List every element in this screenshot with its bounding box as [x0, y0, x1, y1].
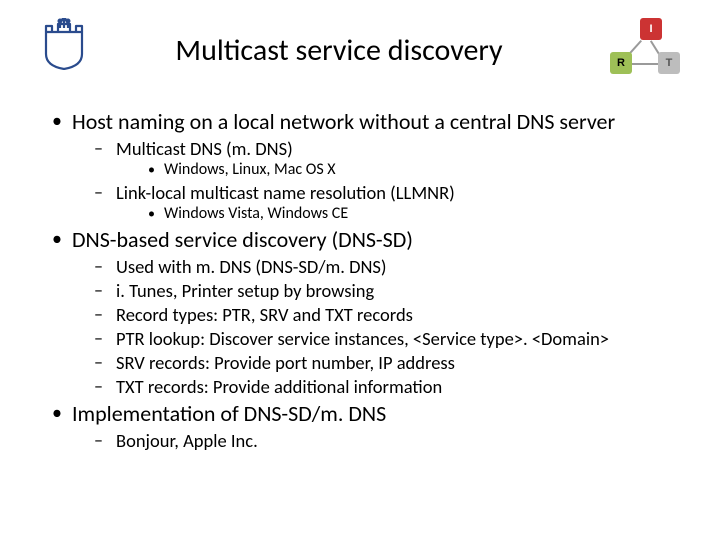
bullet-text: i. Tunes, Printer setup by browsing: [116, 279, 374, 302]
list-item: Used with m. DNS (DNS-SD/m. DNS): [72, 255, 680, 278]
content: Host naming on a local network without a…: [40, 108, 680, 452]
list-item: Record types: PTR, SRV and TXT records: [72, 303, 680, 326]
bullet-text: Bonjour, Apple Inc.: [116, 429, 258, 452]
bullet-text: TXT records: Provide additional informat…: [116, 375, 442, 398]
edge: [632, 63, 658, 65]
list-item: Host naming on a local network without a…: [44, 108, 680, 224]
list-item: Windows, Linux, Mac OS X: [116, 160, 680, 180]
list-item: TXT records: Provide additional informat…: [72, 375, 680, 398]
bullet-text: Multicast DNS (m. DNS): [116, 137, 293, 160]
list-item: Link-local multicast name resolution (LL…: [72, 181, 680, 224]
list-item: Multicast DNS (m. DNS) Windows, Linux, M…: [72, 137, 680, 180]
node-label: T: [666, 57, 673, 69]
node-r: R: [610, 52, 632, 74]
bullet-text: Windows, Linux, Mac OS X: [164, 160, 336, 179]
bullet-text: PTR lookup: Discover service instances, …: [116, 327, 609, 350]
list-item: DNS-based service discovery (DNS-SD) Use…: [44, 226, 680, 398]
network-diagram-icon: I R T: [590, 18, 680, 78]
title-wrap: Multicast service discovery: [88, 18, 590, 69]
node-i: I: [640, 18, 662, 40]
list-item: i. Tunes, Printer setup by browsing: [72, 279, 680, 302]
list-item: Implementation of DNS-SD/m. DNS Bonjour,…: [44, 400, 680, 452]
node-label: R: [617, 57, 625, 69]
bullet-text: Used with m. DNS (DNS-SD/m. DNS): [116, 255, 387, 278]
node-t: T: [658, 52, 680, 74]
page-title: Multicast service discovery: [88, 32, 590, 69]
bullet-text: Implementation of DNS-SD/m. DNS: [72, 400, 386, 427]
node-label: I: [649, 23, 652, 35]
bullet-list: Host naming on a local network without a…: [44, 108, 680, 452]
columbia-crown-logo: [40, 18, 88, 70]
list-item: SRV records: Provide port number, IP add…: [72, 351, 680, 374]
bullet-text: Host naming on a local network without a…: [72, 108, 615, 135]
list-item: PTR lookup: Discover service instances, …: [72, 327, 680, 350]
slide: Multicast service discovery I R T Host n…: [0, 0, 720, 540]
bullet-text: Link-local multicast name resolution (LL…: [116, 181, 455, 204]
bullet-text: SRV records: Provide port number, IP add…: [116, 351, 455, 374]
bullet-text: Windows Vista, Windows CE: [164, 204, 348, 223]
list-item: Bonjour, Apple Inc.: [72, 429, 680, 452]
header: Multicast service discovery I R T: [40, 18, 680, 78]
bullet-text: Record types: PTR, SRV and TXT records: [116, 303, 413, 326]
bullet-text: DNS-based service discovery (DNS-SD): [72, 226, 413, 253]
list-item: Windows Vista, Windows CE: [116, 204, 680, 224]
